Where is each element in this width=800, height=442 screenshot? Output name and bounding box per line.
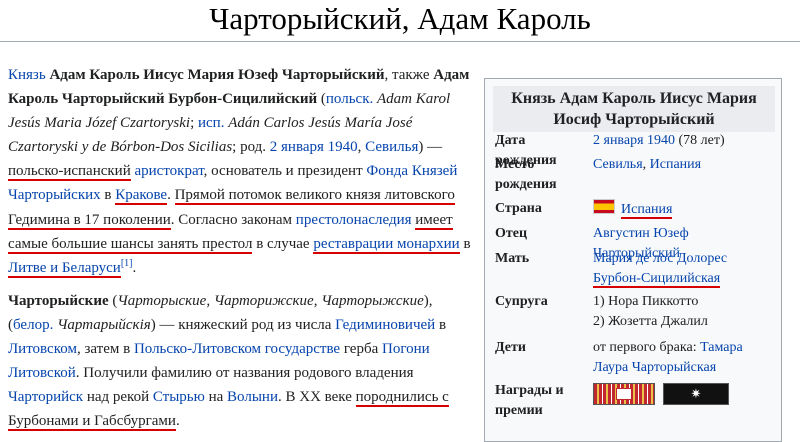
text: , основатель и президент (203, 163, 367, 180)
infobox-label: Супруга (495, 294, 548, 309)
belarusian-name-italic: Чартарыйскія (57, 316, 151, 333)
infobox-value: Севилья, Испания (593, 155, 778, 175)
infobox-label: Отец (495, 226, 528, 241)
infobox-value: 1) Нора Пиккотто 2) Жозетта Джалил (593, 292, 778, 332)
link-polish-lang[interactable]: польск. (326, 91, 373, 107)
link-aristocrat[interactable]: аристократ (134, 163, 203, 179)
subject-name-bold: Адам Кароль Иисус Мария Юзеф Чарторыйски… (49, 67, 385, 83)
link-birth-date-infobox[interactable]: 2 января 1940 (593, 133, 675, 148)
text: , затем в (76, 341, 134, 358)
text: над рекой (83, 389, 153, 406)
reference-1[interactable]: [1] (121, 258, 133, 269)
text: . (175, 413, 180, 430)
star-order-ribbon-icon[interactable]: ✷ (663, 383, 729, 405)
separator: , (642, 157, 650, 172)
infobox: Князь Адам Кароль Иисус Мария Иосиф Чарт… (484, 78, 782, 442)
link-spanish-lang[interactable]: исп. (198, 115, 224, 131)
infobox-value: ✷ (593, 381, 778, 405)
paragraph-biography: Князь Адам Кароль Иисус Мария Юзеф Чарто… (8, 63, 478, 280)
text: ; (190, 115, 198, 132)
link-gediminids[interactable]: Гедиминовичей (335, 317, 435, 333)
text: в (459, 235, 471, 252)
title-divider (0, 41, 800, 42)
link-monarchy-restoration[interactable]: реставрации монархии (313, 235, 460, 254)
page-title: Чарторыйский, Адам Кароль (209, 1, 591, 36)
link-spain-country[interactable]: Испания (621, 202, 673, 219)
infobox-value: от первого брака: Тамара Лаура Чарторыйс… (593, 338, 778, 378)
age-text: (78 лет) (675, 133, 725, 148)
link-succession[interactable]: престолонаследия (296, 212, 412, 228)
text: . (167, 187, 175, 204)
text: . В XX веке (277, 389, 356, 406)
link-belarusian-lang[interactable]: белор. (13, 317, 53, 333)
family-name-bold: Чарторыйские (8, 292, 109, 309)
link-lithuania-belarus[interactable]: Литве и Беларуси (8, 259, 121, 278)
text: ; род. (232, 139, 270, 156)
family-variants-italic: Чарторыские, Чарторижские, Чарторыжские (117, 292, 424, 309)
infobox-value: 2 января 1940 (78 лет) (593, 131, 778, 151)
link-spain-infobox[interactable]: Испания (650, 157, 701, 172)
underlined-polish-spanish: польско-испанский (8, 163, 131, 182)
link-styr-river[interactable]: Стырью (153, 389, 205, 405)
text: на (204, 389, 228, 406)
spouse-1: 1) Нора Пиккотто (593, 294, 699, 309)
text: . Получили фамилию от названия родового … (75, 365, 414, 382)
text: . Согласно законам (170, 211, 296, 228)
infobox-value: Испания (593, 199, 778, 220)
order-ribbon-icon[interactable] (593, 383, 655, 405)
infobox-label: Страна (495, 201, 542, 216)
article-body: Князь Адам Кароль Иисус Мария Юзеф Чарто… (8, 63, 478, 433)
infobox-label: Место рождения (495, 157, 557, 192)
infobox-value: Мария де лос Долорес Бурбон-Сицилийская (593, 249, 778, 289)
link-krakow[interactable]: Кракове (115, 187, 168, 206)
link-commonwealth[interactable]: Польско-Литовском государстве (134, 341, 340, 357)
link-mother[interactable]: Мария де лос Долорес (593, 251, 727, 266)
text: ) — (418, 139, 443, 156)
link-bourbon-sicily[interactable]: Бурбон-Сицилийская (593, 271, 721, 288)
text: . (132, 259, 137, 276)
text: , также (384, 67, 430, 83)
infobox-label: Награды и премии (495, 383, 564, 418)
text: в случае (252, 235, 314, 252)
link-czartorysk[interactable]: Чарторийск (8, 389, 83, 405)
link-volhynia[interactable]: Волыни (227, 389, 278, 405)
infobox-label: Мать (495, 251, 530, 266)
text: в (100, 187, 116, 204)
link-lithuanian[interactable]: Литовском (8, 341, 77, 357)
star-glyph: ✷ (690, 386, 702, 401)
children-prefix: от первого брака: (593, 340, 701, 355)
link-knyaz[interactable]: Князь (8, 67, 46, 83)
spain-flag-icon (593, 199, 615, 214)
text: ( (317, 91, 326, 108)
infobox-title: Князь Адам Кароль Иисус Мария Иосиф Чарт… (493, 86, 775, 132)
link-seville[interactable]: Севилья (365, 139, 418, 155)
link-birth-date[interactable]: 2 января 1940 (270, 139, 358, 155)
paragraph-family: Чарторыйские (Чарторыские, Чарторижские,… (8, 289, 478, 434)
text: ) — княжеский род из числа (150, 316, 336, 333)
text: в (435, 316, 447, 333)
infobox-label: Дети (495, 340, 526, 355)
spouse-2: 2) Жозетта Джалил (593, 314, 708, 329)
text: герба (340, 341, 382, 358)
link-seville-infobox[interactable]: Севилья (593, 157, 643, 172)
